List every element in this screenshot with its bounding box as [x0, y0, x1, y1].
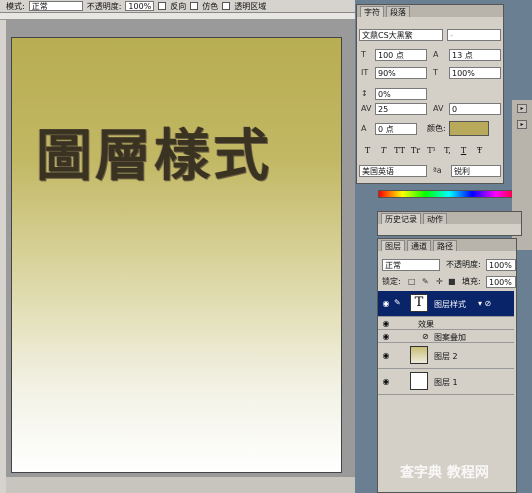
lock-all-icon[interactable]: ■ — [448, 276, 456, 288]
panel-toggle-icon[interactable]: ▸ — [517, 120, 527, 129]
fill-input[interactable]: 100% — [486, 276, 516, 288]
vertical-scale-icon: IT — [361, 68, 369, 77]
lock-move-icon[interactable]: ✛ — [436, 276, 443, 288]
eye-icon[interactable]: ◉ — [381, 377, 391, 386]
layer-row-1[interactable]: ◉ 图层 1 — [378, 369, 514, 395]
layers-panel: 图层 通道 路径 正常 不透明度: 100% 锁定: □ ✎ ✛ ■ 填充: 1… — [377, 238, 517, 493]
tab-layers[interactable]: 图层 — [381, 240, 405, 251]
underline-button[interactable]: T — [457, 145, 470, 157]
blend-mode-select[interactable]: 正常 — [382, 259, 440, 271]
reverse-label: 反向 — [170, 1, 187, 11]
eye-icon[interactable]: ◉ — [381, 319, 391, 328]
fill-label: 填充: — [462, 277, 481, 286]
lock-brush-icon[interactable]: ✎ — [422, 276, 429, 288]
transparency-label: 透明区域 — [234, 1, 267, 11]
baseline-shift-icon: A — [361, 124, 367, 133]
history-tabs: 历史记录 动作 — [378, 212, 521, 224]
layer2-name[interactable]: 图层 2 — [434, 351, 458, 362]
horizontal-scale-icon: T — [433, 68, 438, 77]
faux-italic-button[interactable]: T — [377, 145, 390, 157]
tab-paths[interactable]: 路径 — [433, 240, 457, 251]
text-layer-name[interactable]: 图层样式 — [434, 299, 466, 310]
text-color-swatch[interactable] — [449, 121, 489, 136]
opacity-label: 不透明度: — [86, 1, 122, 11]
faux-bold-button[interactable]: T — [361, 145, 374, 157]
dither-checkbox[interactable] — [190, 2, 199, 10]
tracking-input[interactable]: 25 — [375, 103, 427, 115]
superscript-button[interactable]: T¹ — [425, 145, 438, 157]
watermark: 查字典 教程网 — [400, 465, 489, 481]
strikethrough-button[interactable]: Ŧ — [473, 145, 486, 157]
leading-input[interactable]: 13 点 — [449, 49, 501, 61]
kerning-input[interactable]: 0 — [449, 103, 501, 115]
reverse-checkbox[interactable] — [158, 2, 167, 10]
pattern-overlay-label: 图案叠加 — [434, 333, 466, 342]
tab-character[interactable]: 字符 — [360, 6, 384, 17]
dither-label: 仿色 — [202, 1, 219, 11]
tab-paragraph[interactable]: 段落 — [386, 6, 410, 17]
lock-transparency-icon[interactable]: □ — [408, 276, 416, 288]
baseline-shift-input[interactable]: 0 点 — [375, 123, 417, 135]
pattern-overlay-row[interactable]: ◉ ⊘ 图案叠加 — [378, 330, 514, 343]
layers-tabs: 图层 通道 路径 — [378, 239, 516, 251]
effects-row[interactable]: ◉ 效果 — [378, 317, 514, 330]
document-canvas[interactable] — [11, 37, 342, 473]
mode-select[interactable]: 正常 — [28, 1, 83, 11]
tab-actions[interactable]: 动作 — [423, 213, 447, 224]
panel-toggle-icon[interactable]: ▸ — [517, 104, 527, 113]
baseline-percent-icon: ↕ — [361, 89, 368, 98]
text-layer-thumb-icon: T — [410, 294, 428, 312]
language-select[interactable]: 美国英语 — [359, 165, 427, 177]
leading-icon: A — [433, 50, 439, 59]
small-caps-button[interactable]: Tr — [409, 145, 422, 157]
horizontal-scrollbar[interactable] — [6, 476, 355, 493]
layer-thumbnail — [410, 346, 428, 364]
mode-label: 模式: — [6, 1, 25, 11]
eye-icon[interactable]: ◉ — [381, 351, 391, 360]
effect-circle-icon: ⊘ — [422, 332, 429, 341]
layer-row-text[interactable]: ◉ ✎ T 图层样式 ▾ ⊘ — [378, 291, 514, 317]
fx-icon[interactable]: ▾ ⊘ — [478, 299, 491, 308]
anti-alias-icon: ªa — [433, 166, 442, 175]
canvas-text-layer[interactable]: 圖層樣式 — [36, 124, 272, 188]
brush-icon: ✎ — [394, 298, 401, 307]
vertical-scale-input[interactable]: 90% — [375, 67, 427, 79]
kerning-icon: AV — [433, 104, 444, 113]
layer-row-2[interactable]: ◉ 图层 2 — [378, 343, 514, 369]
lock-label: 锁定: — [382, 277, 401, 286]
layer-opacity-input[interactable]: 100% — [486, 259, 516, 271]
tracking-icon: AV — [361, 104, 372, 113]
options-toolbar: 模式: 正常 不透明度: 100% 反向 仿色 透明区域 — [0, 0, 355, 13]
eye-icon[interactable]: ◉ — [381, 299, 391, 308]
character-panel: 字符 段落 文鼎CS大黑繁 - T 100 点 A 13 点 IT 90% T … — [356, 4, 504, 184]
baseline-percent-input[interactable]: 0% — [375, 88, 427, 100]
font-style-select[interactable]: - — [447, 29, 501, 41]
opacity-input[interactable]: 100% — [125, 1, 155, 11]
top-ruler — [0, 13, 355, 20]
anti-alias-select[interactable]: 锐利 — [451, 165, 501, 177]
layer-thumbnail — [410, 372, 428, 390]
subscript-button[interactable]: T, — [441, 145, 454, 157]
color-ramp[interactable] — [378, 190, 520, 198]
layer1-name[interactable]: 图层 1 — [434, 377, 458, 388]
history-panel: 历史记录 动作 — [377, 211, 522, 236]
effects-label: 效果 — [418, 320, 434, 329]
style-buttons-row: T T TT Tr T¹ T, T Ŧ — [361, 145, 486, 157]
opacity-label: 不透明度: — [446, 260, 481, 269]
tab-history[interactable]: 历史记录 — [381, 213, 421, 224]
eye-icon[interactable]: ◉ — [381, 332, 391, 341]
font-size-icon: T — [361, 50, 366, 59]
character-tabs: 字符 段落 — [357, 5, 503, 17]
font-size-input[interactable]: 100 点 — [375, 49, 427, 61]
tab-channels[interactable]: 通道 — [407, 240, 431, 251]
font-family-select[interactable]: 文鼎CS大黑繁 — [359, 29, 443, 41]
transparency-checkbox[interactable] — [222, 2, 231, 10]
horizontal-scale-input[interactable]: 100% — [449, 67, 501, 79]
all-caps-button[interactable]: TT — [393, 145, 406, 157]
color-label: 颜色: — [427, 124, 446, 133]
